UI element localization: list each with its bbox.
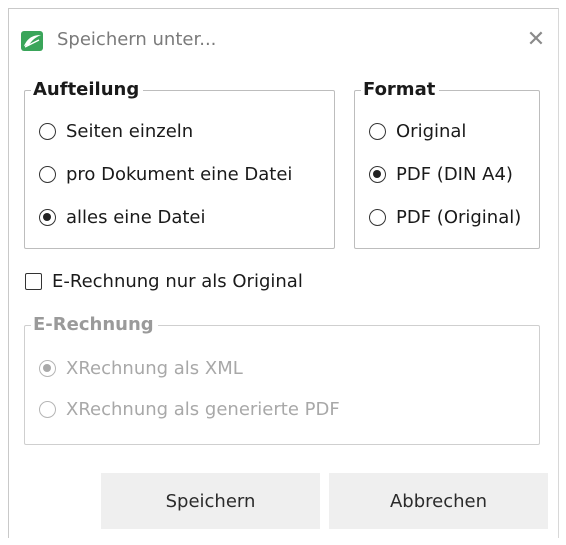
radio-seiten-einzeln[interactable]: Seiten einzeln xyxy=(39,121,193,142)
radio-pdf-original[interactable]: PDF (Original) xyxy=(369,207,521,228)
radio-circle-seiten-einzeln[interactable] xyxy=(39,123,56,140)
radio-label-seiten-einzeln: Seiten einzeln xyxy=(66,121,194,142)
format-legend: Format xyxy=(361,79,440,101)
dialog-title: Speichern unter... xyxy=(57,29,217,50)
radio-circle-pdf-din-a4[interactable] xyxy=(369,166,386,183)
format-group: Format Original PDF (DIN A4) PDF (Origin… xyxy=(354,79,540,249)
erechnung-group: E-Rechnung XRechnung als XML XRechnung a… xyxy=(24,314,540,445)
radio-xrechnung-pdf: XRechnung als generierte PDF xyxy=(39,399,340,420)
erechnung-original-label: E-Rechnung nur als Original xyxy=(52,271,303,292)
radio-label-alles-eine-datei: alles eine Datei xyxy=(66,207,206,228)
aufteilung-legend: Aufteilung xyxy=(31,79,144,101)
radio-label-xrechnung-xml: XRechnung als XML xyxy=(66,358,243,379)
radio-circle-format-original[interactable] xyxy=(369,123,386,140)
cancel-button[interactable]: Abbrechen xyxy=(329,473,548,529)
erechnung-original-checkbox-row[interactable]: E-Rechnung nur als Original xyxy=(25,271,303,292)
aufteilung-group: Aufteilung Seiten einzeln pro Dokument e… xyxy=(24,79,335,249)
radio-circle-xrechnung-pdf xyxy=(39,401,56,418)
erechnung-legend: E-Rechnung xyxy=(31,314,158,336)
radio-circle-pdf-original[interactable] xyxy=(369,209,386,226)
radio-label-pro-dokument: pro Dokument eine Datei xyxy=(66,164,293,185)
radio-circle-alles-eine-datei[interactable] xyxy=(39,209,56,226)
radio-pdf-din-a4[interactable]: PDF (DIN A4) xyxy=(369,164,513,185)
radio-circle-pro-dokument[interactable] xyxy=(39,166,56,183)
radio-label-xrechnung-pdf: XRechnung als generierte PDF xyxy=(66,399,340,420)
radio-pro-dokument[interactable]: pro Dokument eine Datei xyxy=(39,164,292,185)
radio-label-pdf-original: PDF (Original) xyxy=(396,207,522,228)
radio-circle-xrechnung-xml xyxy=(39,360,56,377)
radio-format-original[interactable]: Original xyxy=(369,121,466,142)
app-logo-icon xyxy=(21,31,43,51)
save-button[interactable]: Speichern xyxy=(101,473,320,529)
close-button[interactable]: ✕ xyxy=(522,25,550,53)
radio-label-pdf-din-a4: PDF (DIN A4) xyxy=(396,164,513,185)
radio-label-format-original: Original xyxy=(396,121,467,142)
erechnung-original-checkbox[interactable] xyxy=(25,273,42,290)
radio-alles-eine-datei[interactable]: alles eine Datei xyxy=(39,207,206,228)
save-as-dialog: Speichern unter... ✕ Aufteilung Seiten e… xyxy=(8,8,559,538)
title-bar: Speichern unter... ✕ xyxy=(9,9,558,65)
radio-xrechnung-xml: XRechnung als XML xyxy=(39,358,243,379)
close-icon: ✕ xyxy=(526,26,546,52)
